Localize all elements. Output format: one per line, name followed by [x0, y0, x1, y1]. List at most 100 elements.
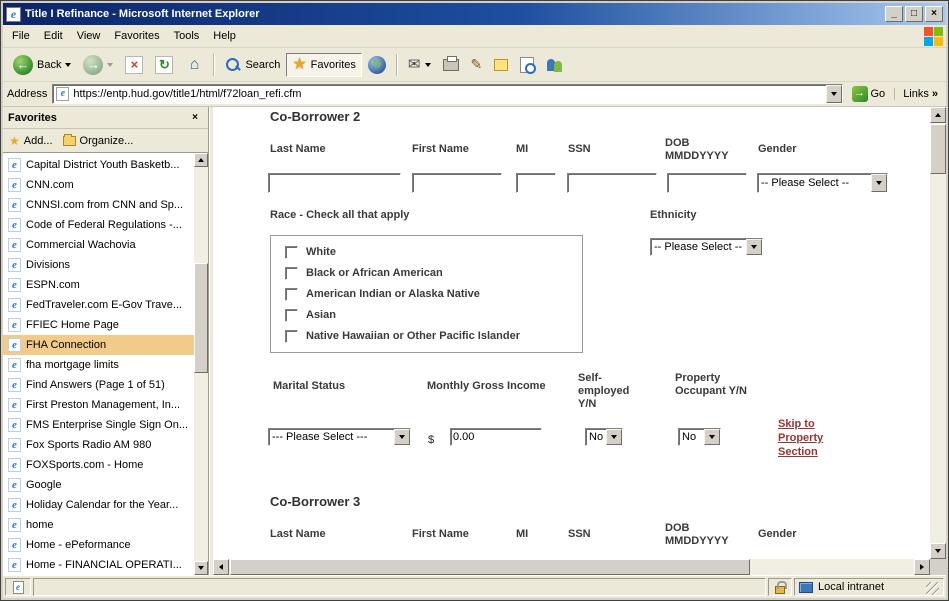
resize-grip[interactable] — [926, 582, 939, 595]
property-occupant-select[interactable]: No — [678, 428, 721, 446]
ssl-lock-icon — [775, 586, 785, 594]
favorites-item[interactable]: eCode of Federal Regulations -... — [3, 215, 194, 235]
monthly-income-input[interactable] — [450, 428, 542, 446]
race-asian-checkbox[interactable] — [285, 309, 298, 322]
vertical-scrollbar[interactable] — [930, 107, 946, 559]
scroll-down-icon[interactable] — [930, 543, 946, 559]
scroll-left-icon[interactable] — [213, 559, 229, 575]
research-button[interactable] — [514, 53, 540, 77]
address-dropdown-button[interactable] — [826, 85, 842, 103]
race-native-american-checkbox[interactable] — [285, 288, 298, 301]
history-button[interactable]: ↻ — [362, 52, 392, 78]
cb2-lastname-input[interactable] — [268, 173, 401, 193]
links-bar[interactable]: Links » — [894, 88, 942, 100]
favorites-item-label: FHA Connection — [26, 339, 106, 351]
coborrower3-heading: Co-Borrower 3 — [270, 494, 360, 509]
favorites-item-selected[interactable]: eFHA Connection — [3, 335, 194, 355]
scroll-right-icon[interactable] — [914, 559, 930, 575]
edit-button[interactable]: ✎ — [465, 52, 489, 77]
ethnicity-select[interactable]: -- Please Select -- — [650, 238, 763, 256]
menu-edit[interactable]: Edit — [37, 27, 70, 45]
horizontal-scroll-thumb[interactable] — [230, 559, 750, 575]
favorites-add-button[interactable]: ★ Add... — [9, 134, 53, 148]
favorites-item[interactable]: eFox Sports Radio AM 980 — [3, 435, 194, 455]
cb2-gender-select[interactable]: -- Please Select -- — [757, 173, 888, 193]
favorites-organize-button[interactable]: Organize... — [63, 135, 134, 147]
scroll-up-icon[interactable] — [930, 107, 946, 123]
favorites-scrollbar[interactable] — [194, 153, 208, 575]
search-button[interactable]: Search — [219, 53, 286, 77]
menu-favorites[interactable]: Favorites — [107, 27, 166, 45]
dropdown-arrow-icon[interactable] — [394, 429, 410, 445]
maximize-button[interactable]: □ — [905, 6, 923, 22]
close-button[interactable]: × — [925, 6, 943, 22]
ie-favicon: e — [8, 418, 21, 432]
favorites-item[interactable]: eFirst Preston Management, In... — [3, 395, 194, 415]
discuss-button[interactable] — [488, 55, 514, 75]
cb2-firstname-input[interactable] — [412, 173, 502, 193]
organize-folder-icon — [63, 136, 76, 146]
race-black-checkbox[interactable] — [285, 267, 298, 280]
favorites-close-icon[interactable]: × — [187, 111, 203, 125]
favorites-item[interactable]: eFOXSports.com - Home — [3, 455, 194, 475]
favorites-item[interactable]: eCommercial Wachovia — [3, 235, 194, 255]
favorites-item[interactable]: eGoogle — [3, 475, 194, 495]
mail-dropdown-icon[interactable] — [425, 63, 431, 67]
race-pacific-islander-checkbox[interactable] — [285, 330, 298, 343]
messenger-button[interactable] — [540, 53, 570, 77]
favorites-item-label: fha mortgage limits — [26, 359, 119, 371]
favorites-item[interactable]: eFMS Enterprise Single Sign On... — [3, 415, 194, 435]
dropdown-arrow-icon[interactable] — [606, 429, 622, 445]
favorites-item[interactable]: ehome — [3, 515, 194, 535]
race-white-checkbox[interactable] — [285, 246, 298, 259]
favorites-item[interactable]: eHome - FINANCIAL OPERATI... — [3, 555, 194, 575]
favorites-item[interactable]: eFedTraveler.com E-Gov Trave... — [3, 295, 194, 315]
dropdown-arrow-icon[interactable] — [871, 174, 887, 192]
favorites-item[interactable]: eESPN.com — [3, 275, 194, 295]
window-title: Title I Refinance - Microsoft Internet E… — [25, 8, 883, 20]
menu-tools[interactable]: Tools — [167, 27, 207, 45]
print-button[interactable] — [437, 55, 465, 75]
address-url[interactable]: https://entp.hud.gov/title1/html/f72loan… — [73, 88, 825, 100]
menu-file[interactable]: File — [5, 27, 37, 45]
scroll-up-icon[interactable] — [194, 153, 208, 167]
favorites-item[interactable]: efha mortgage limits — [3, 355, 194, 375]
stop-button[interactable]: × — [119, 52, 149, 78]
favorites-item[interactable]: eHoliday Calendar for the Year... — [3, 495, 194, 515]
favorites-scroll-thumb[interactable] — [194, 263, 208, 373]
windows-logo — [922, 26, 944, 46]
cb2-dob-input[interactable] — [667, 173, 747, 193]
marital-status-select[interactable]: --- Please Select --- — [268, 428, 411, 446]
cb2-mi-input[interactable] — [516, 173, 556, 193]
favorites-item[interactable]: eCapital District Youth Basketb... — [3, 155, 194, 175]
mail-button[interactable]: ✉ — [402, 53, 437, 76]
dropdown-arrow-icon[interactable] — [746, 239, 762, 255]
favorites-item[interactable]: eHome - ePeformance — [3, 535, 194, 555]
back-dropdown-icon[interactable] — [65, 63, 71, 67]
favorites-item[interactable]: eCNNSI.com from CNN and Sp... — [3, 195, 194, 215]
vertical-scroll-thumb[interactable] — [930, 124, 946, 174]
favorites-item[interactable]: eCNN.com — [3, 175, 194, 195]
address-label: Address — [7, 88, 47, 100]
back-button[interactable]: ← Back — [7, 51, 77, 79]
favorites-item-label: Holiday Calendar for the Year... — [26, 499, 178, 511]
home-button[interactable]: ⌂ — [179, 52, 209, 78]
forward-button[interactable]: → — [77, 51, 119, 79]
skip-to-property-link[interactable]: Skip to Property Section — [778, 417, 852, 459]
self-employed-select[interactable]: No — [585, 428, 623, 446]
favorites-item[interactable]: eFFIEC Home Page — [3, 315, 194, 335]
scroll-down-icon[interactable] — [194, 561, 208, 575]
menu-view[interactable]: View — [70, 27, 108, 45]
menu-help[interactable]: Help — [206, 27, 243, 45]
minimize-button[interactable]: _ — [885, 6, 903, 22]
horizontal-scrollbar[interactable] — [213, 559, 930, 575]
address-input[interactable]: e https://entp.hud.gov/title1/html/f72lo… — [52, 84, 842, 104]
go-button[interactable]: → Go — [848, 84, 890, 104]
cb2-ssn-input[interactable] — [567, 173, 657, 193]
marital-status-value: --- Please Select --- — [269, 431, 394, 443]
favorites-item[interactable]: eFind Answers (Page 1 of 51) — [3, 375, 194, 395]
favorites-button[interactable]: ★ Favorites — [286, 53, 362, 77]
dropdown-arrow-icon[interactable] — [704, 429, 720, 445]
favorites-item[interactable]: eDivisions — [3, 255, 194, 275]
refresh-button[interactable]: ↻ — [149, 52, 179, 78]
